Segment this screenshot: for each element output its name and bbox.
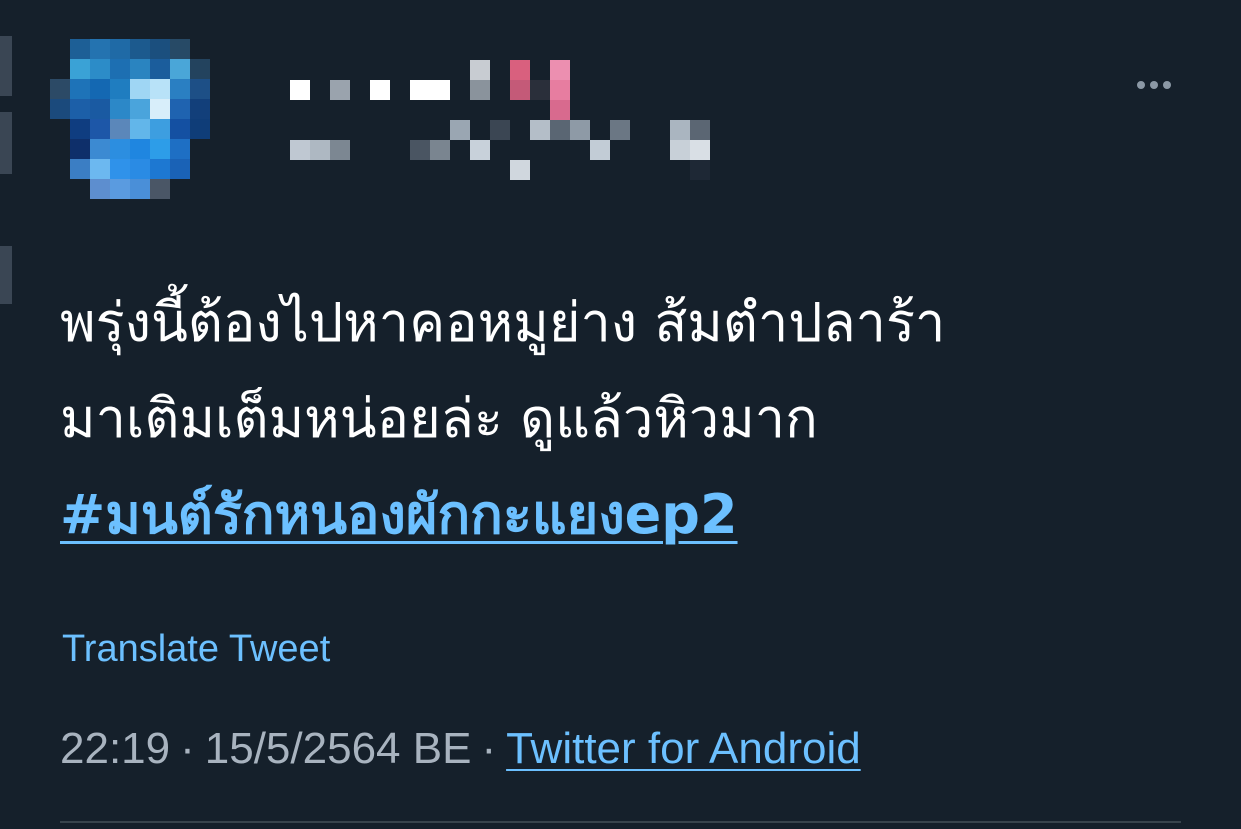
- thread-edge: [0, 36, 12, 96]
- avatar[interactable]: [50, 38, 230, 200]
- tweet-text: พรุ่งนี้ต้องไปหาคอหมูย่าง ส้มตำปลาร้า มา…: [60, 275, 1180, 563]
- meta-separator: ·: [180, 724, 195, 773]
- tweet-detail: พรุ่งนี้ต้องไปหาคอหมูย่าง ส้มตำปลาร้า มา…: [0, 0, 1241, 829]
- more-horizontal-icon: [1163, 81, 1171, 89]
- thread-edge: [0, 246, 12, 304]
- hashtag-link[interactable]: #มนต์รักหนองผักกะแยงep2: [60, 467, 738, 563]
- tweet-text-line: มาเติมเต็มหน่อยล่ะ ดูแล้วหิวมาก: [60, 387, 818, 450]
- divider: [60, 821, 1181, 823]
- pixelated-name-icon: [290, 60, 710, 180]
- translate-tweet-link[interactable]: Translate Tweet: [62, 628, 330, 671]
- more-horizontal-icon: [1150, 81, 1158, 89]
- pixelated-avatar-icon: [50, 39, 210, 199]
- tweet-time: 22:19: [60, 724, 171, 773]
- tweet-date: 15/5/2564 BE: [204, 724, 472, 773]
- thread-edge: [0, 112, 12, 174]
- more-horizontal-icon: [1137, 81, 1145, 89]
- more-options-button[interactable]: [1130, 74, 1178, 96]
- tweet-text-line: พรุ่งนี้ต้องไปหาคอหมูย่าง ส้มตำปลาร้า: [60, 291, 946, 354]
- tweet-metadata: 22:19 · 15/5/2564 BE · Twitter for Android: [60, 724, 861, 774]
- account-name-obscured[interactable]: [290, 58, 720, 180]
- meta-separator: ·: [481, 724, 497, 773]
- tweet-source-link[interactable]: Twitter for Android: [506, 724, 861, 773]
